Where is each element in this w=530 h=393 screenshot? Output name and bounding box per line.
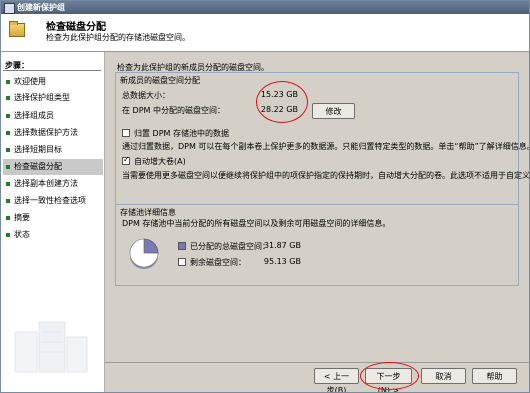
autogrow-checkbox[interactable]: [122, 155, 130, 165]
page-title: 检查磁盘分配: [46, 22, 106, 33]
step-bullet-icon: [6, 96, 10, 100]
step-item[interactable]: 选择组成员: [3, 108, 103, 124]
step-label: 选择副本创建方法: [14, 179, 78, 188]
free-space-label: 剩余磁盘空间：: [190, 258, 246, 267]
colocate-checkbox[interactable]: [122, 129, 130, 137]
step-bullet-icon: [6, 114, 10, 118]
storage-pool-title: 存储池详细信息: [118, 207, 178, 218]
step-label: 选择保护组类型: [14, 93, 70, 102]
app-icon: [4, 3, 15, 14]
footer-divider: [105, 362, 529, 363]
step-bullet-icon: [6, 182, 10, 186]
step-label: 状态: [14, 230, 30, 239]
autogrow-description: 当需要使用更多磁盘空间以便继续将保护组中的项保护指定的保持期时，自动增大分配的卷…: [122, 171, 530, 180]
folder-icon: [9, 21, 25, 37]
total-data-label: 总数据大小：: [122, 91, 170, 100]
dpm-allocated-label: 在 DPM 中分配的磁盘空间：: [122, 106, 225, 115]
step-bullet-icon: [6, 199, 10, 203]
free-legend-swatch: [178, 258, 186, 266]
step-label: 选择短期目标: [14, 145, 62, 154]
steps-sidebar: 步骤： 欢迎使用 选择保护组类型 选择组成员 选择数据保护方法 选择短期目标 检…: [1, 52, 105, 392]
step-bullet-icon: [6, 148, 10, 152]
free-space-value: 95.13 GB: [263, 257, 301, 266]
allocation-group-title: 新成员的磁盘空间分配: [118, 75, 202, 86]
step-label: 检查磁盘分配: [14, 162, 62, 171]
step-label: 摘要: [14, 213, 30, 222]
autogrow-label[interactable]: 自动增大卷(A): [134, 156, 186, 167]
server-illustration-icon: [14, 321, 88, 373]
main-panel: 检查为此保护组的新成员分配的磁盘空间。 新成员的磁盘空间分配 总数据大小： 15…: [109, 57, 530, 360]
annotation-circle: [360, 362, 419, 390]
colocate-description: 通过归置数据，DPM 可以在每个副本卷上保护更多的数据源。只能归置特定类型的数据…: [122, 142, 530, 151]
step-item[interactable]: 摘要: [3, 210, 103, 226]
step-bullet-icon: [6, 131, 10, 135]
title-bar: 创建新保护组: [1, 1, 529, 14]
step-label: 选择一致性检查选项: [14, 196, 86, 205]
step-item[interactable]: 选择数据保护方法: [3, 125, 103, 141]
allocated-legend-swatch: [178, 242, 186, 250]
wizard-header: 检查磁盘分配 检查为此保护组分配的存储池磁盘空间。: [1, 14, 529, 52]
colocate-label[interactable]: 归置 DPM 存储池中的数据: [134, 128, 229, 139]
steps-divider: [3, 70, 101, 71]
storage-pool-description: DPM 存储池中当前分配的所有磁盘空间以及剩余可用磁盘空间的详细信息。: [122, 219, 391, 228]
allocated-space-value: 31.87 GB: [263, 241, 301, 250]
step-bullet-icon: [6, 233, 10, 237]
disk-usage-pie: [129, 238, 159, 269]
allocation-group: 新成员的磁盘空间分配 总数据大小： 15.23 GB 在 DPM 中分配的磁盘空…: [115, 72, 530, 207]
storage-pool-group: 存储池详细信息 DPM 存储池中当前分配的所有磁盘空间以及剩余可用磁盘空间的详细…: [115, 204, 519, 286]
step-item[interactable]: 选择短期目标: [3, 142, 103, 158]
modify-button[interactable]: 修改: [312, 103, 355, 119]
step-label: 欢迎使用: [14, 77, 46, 86]
help-button[interactable]: 帮助: [472, 368, 517, 384]
page-subtitle: 检查为此保护组分配的存储池磁盘空间。: [46, 33, 190, 42]
step-item[interactable]: 欢迎使用: [3, 74, 103, 90]
step-item[interactable]: 选择保护组类型: [3, 90, 103, 106]
step-label: 选择组成员: [14, 111, 54, 120]
step-item[interactable]: 状态: [3, 227, 103, 243]
cancel-button[interactable]: 取消: [421, 368, 466, 384]
step-item[interactable]: 选择副本创建方法: [3, 176, 103, 192]
step-bullet-icon: [6, 80, 10, 84]
step-item-active[interactable]: 检查磁盘分配: [3, 159, 103, 175]
step-label: 选择数据保护方法: [14, 128, 78, 137]
pie-slice-allocated: [143, 238, 159, 254]
step-item[interactable]: 选择一致性检查选项: [3, 193, 103, 209]
step-bullet-icon: [6, 216, 10, 220]
window-title: 创建新保护组: [17, 3, 65, 12]
annotation-circle: [256, 81, 308, 123]
back-button[interactable]: < 上一步(B): [314, 368, 359, 392]
step-bullet-icon: [6, 165, 10, 169]
wizard-window: 创建新保护组 检查磁盘分配 检查为此保护组分配的存储池磁盘空间。 步骤： 欢迎使…: [0, 0, 530, 393]
